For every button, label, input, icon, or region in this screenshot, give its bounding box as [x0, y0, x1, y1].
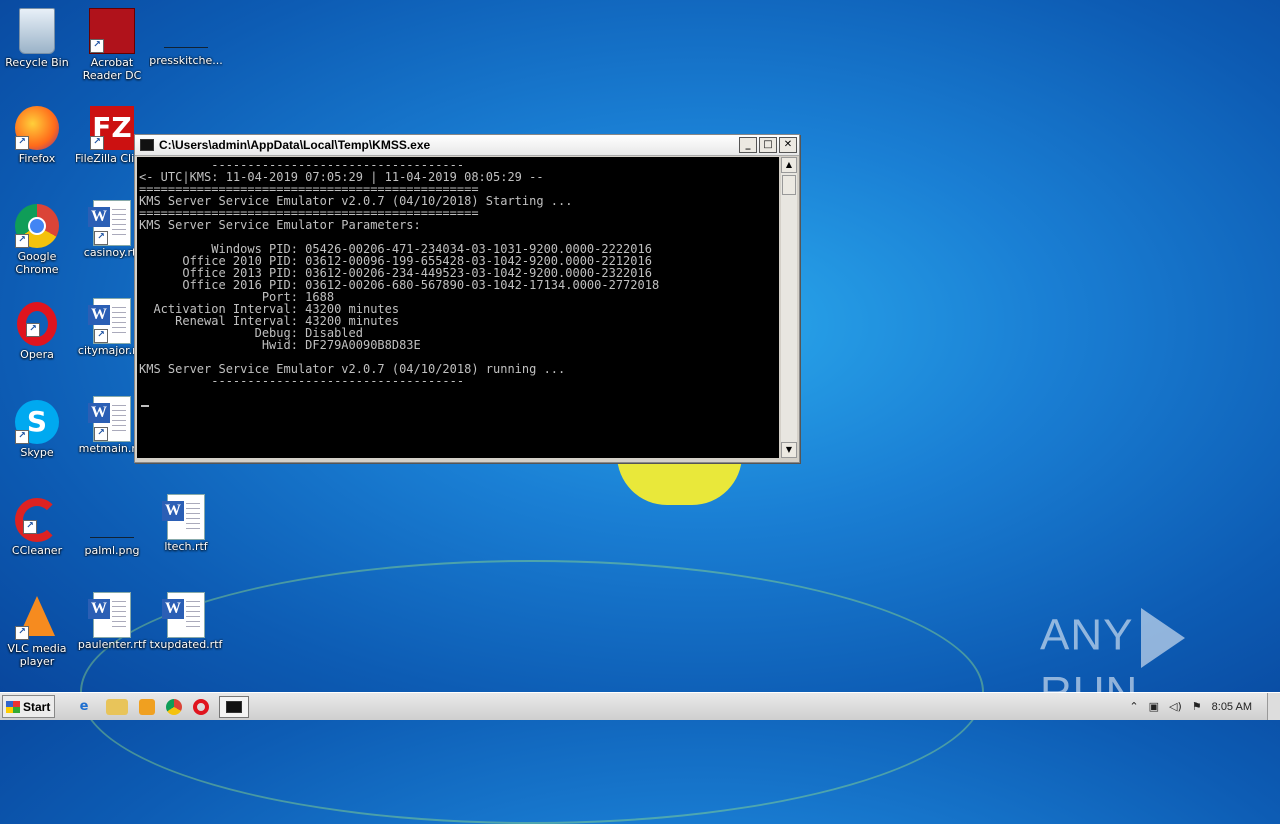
desktop-icon-chrome[interactable]: ↗ Google Chrome — [0, 200, 74, 276]
desktop-icon-label: presskitche... — [149, 54, 223, 67]
desktop-icon-label: txupdated.rtf — [149, 638, 223, 651]
desktop-icon-label: palml.png — [84, 544, 140, 557]
console-app-icon[interactable] — [140, 139, 154, 151]
desktop-icon-palml[interactable]: palml.png — [75, 494, 149, 557]
word-doc-icon: W — [162, 592, 205, 638]
word-doc-icon: W ↗ — [88, 396, 131, 442]
start-button[interactable]: Start — [2, 695, 55, 718]
desktop-icon-label: Skype — [20, 446, 54, 459]
filezilla-icon: FZ ↗ — [90, 106, 134, 150]
desktop-icon-ltech[interactable]: W ltech.rtf — [149, 494, 223, 553]
taskbar-ie-icon[interactable]: e — [73, 696, 95, 718]
scroll-down-button[interactable]: ▼ — [781, 442, 797, 458]
desktop-icon-label: CCleaner — [11, 544, 63, 557]
firefox-icon: ↗ — [15, 106, 59, 150]
word-doc-icon: W — [162, 494, 205, 540]
desktop-icon-label: VLC media player — [7, 642, 67, 668]
window-titlebar[interactable]: C:\Users\admin\AppData\Local\Temp\KMSS.e… — [135, 135, 799, 156]
desktop-icon-label: Acrobat Reader DC — [82, 56, 142, 82]
taskbar-opera-icon[interactable] — [193, 698, 209, 715]
taskbar-console-window[interactable] — [219, 695, 249, 718]
word-doc-icon: W ↗ — [88, 200, 131, 246]
console-line: ----------------------------------- — [139, 374, 465, 388]
minimize-button[interactable]: _ — [739, 137, 757, 153]
volume-icon[interactable]: ◁) — [1169, 700, 1182, 713]
console-cursor — [141, 405, 149, 407]
console-line: KMS Server Service Emulator Parameters: — [139, 218, 421, 232]
windows-flag-icon — [6, 700, 20, 713]
word-doc-icon: W ↗ — [88, 298, 131, 344]
console-output[interactable]: ----------------------------------- <- U… — [137, 157, 779, 458]
maximize-button[interactable]: □ — [759, 137, 777, 153]
desktop-icon-label: Recycle Bin — [5, 56, 69, 69]
recycle-bin-icon — [19, 8, 55, 54]
desktop-icon-txupdated[interactable]: W txupdated.rtf — [149, 592, 223, 651]
start-label: Start — [23, 699, 51, 714]
taskbar: Start e ⌃ ▣ ◁) ⚑ 8:05 AM — [0, 692, 1280, 720]
taskbar-media-player-icon[interactable] — [139, 698, 155, 715]
close-button[interactable]: ✕ — [779, 137, 797, 153]
desktop-icon-label: Opera — [20, 348, 54, 361]
action-center-flag-icon[interactable]: ⚑ — [1192, 700, 1202, 713]
vlc-icon: ↗ — [15, 596, 59, 640]
image-file-icon — [90, 498, 134, 542]
word-doc-icon: W — [88, 592, 131, 638]
desktop-icon-firefox[interactable]: ↗ Firefox — [0, 102, 74, 165]
desktop-icon-recycle-bin[interactable]: Recycle Bin — [0, 4, 74, 69]
desktop-icon-label: Firefox — [18, 152, 56, 165]
tray-expand-icon[interactable]: ⌃ — [1129, 700, 1138, 713]
console-text: ----------------------------------- <- U… — [137, 157, 779, 387]
desktop-icon-label: paulenter.rtf — [77, 638, 147, 651]
network-icon[interactable]: ▣ — [1149, 700, 1159, 713]
desktop-icon-paulenter[interactable]: W paulenter.rtf — [75, 592, 149, 651]
console-app-icon — [226, 700, 242, 713]
skype-icon: S ↗ — [15, 400, 59, 444]
desktop-icon-label: Google Chrome — [15, 250, 59, 276]
vertical-scrollbar[interactable]: ▲ ▼ — [781, 157, 797, 458]
scroll-thumb[interactable] — [782, 175, 796, 195]
window-title: C:\Users\admin\AppData\Local\Temp\KMSS.e… — [159, 138, 431, 152]
opera-icon: ↗ — [17, 302, 57, 346]
ccleaner-icon: ↗ — [15, 498, 59, 542]
taskbar-chrome-icon[interactable] — [166, 698, 182, 715]
console-line: Hwid: DF279A0090B8D83E — [139, 338, 421, 352]
chrome-icon: ↗ — [15, 204, 59, 248]
taskbar-explorer-icon[interactable] — [106, 698, 128, 715]
system-tray: ⌃ ▣ ◁) ⚑ 8:05 AM — [1129, 693, 1280, 720]
desktop-icon-skype[interactable]: S ↗ Skype — [0, 396, 74, 459]
show-desktop-button[interactable] — [1267, 693, 1280, 720]
desktop-icon-acrobat[interactable]: ↗ Acrobat Reader DC — [75, 4, 149, 82]
desktop-icon-ccleaner[interactable]: ↗ CCleaner — [0, 494, 74, 557]
acrobat-icon: ↗ — [89, 8, 135, 54]
desktop-icon-presskitchen[interactable]: presskitche... — [149, 4, 223, 67]
desktop-icon-vlc[interactable]: ↗ VLC media player — [0, 592, 74, 668]
desktop-icon-opera[interactable]: ↗ Opera — [0, 298, 74, 361]
scroll-up-button[interactable]: ▲ — [781, 157, 797, 173]
desktop-icon-label: ltech.rtf — [164, 540, 208, 553]
image-file-icon — [164, 8, 208, 52]
console-window[interactable]: C:\Users\admin\AppData\Local\Temp\KMSS.e… — [134, 134, 800, 463]
taskbar-clock[interactable]: 8:05 AM — [1212, 701, 1252, 713]
